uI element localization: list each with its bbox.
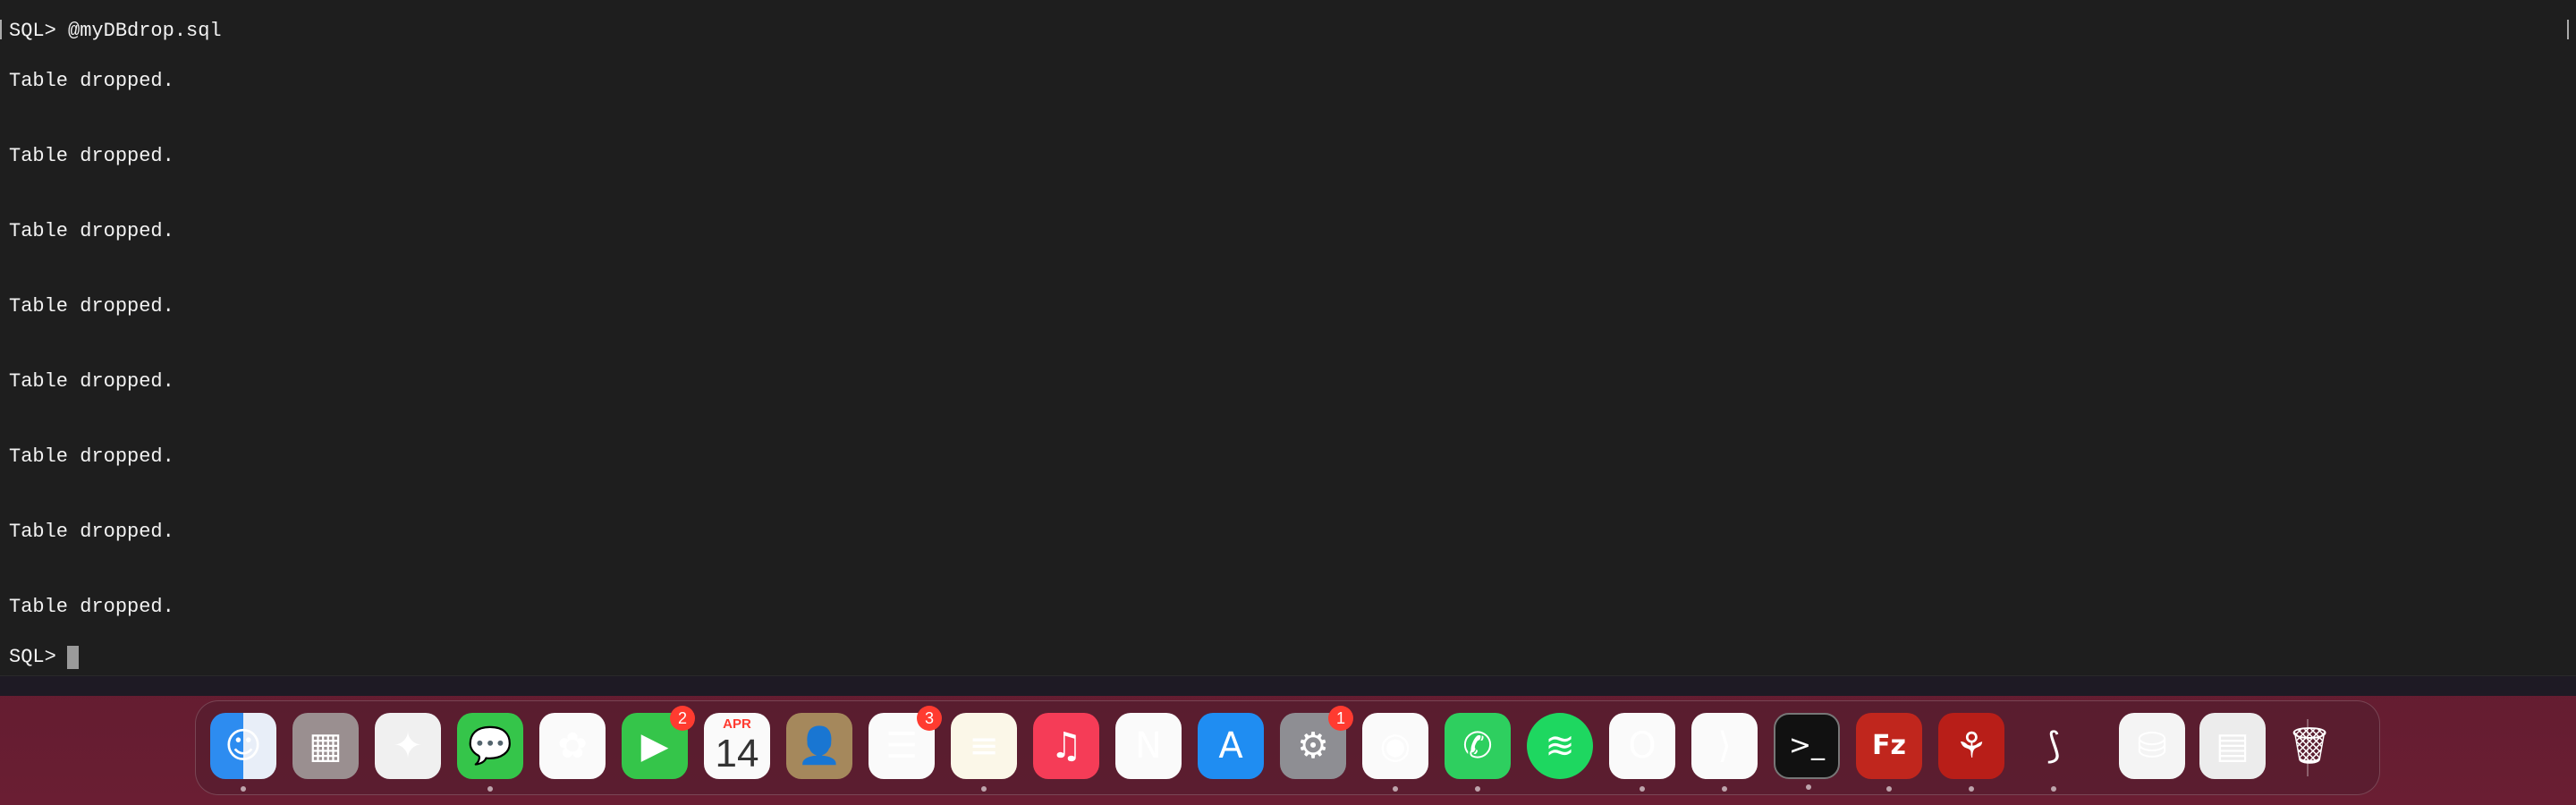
output-line: Table dropped. — [9, 445, 174, 468]
dock-photos[interactable]: ✿ — [539, 713, 606, 779]
selection-bracket-right — [2567, 20, 2569, 39]
notification-badge: 3 — [917, 706, 942, 731]
output-line: Table dropped. — [9, 521, 174, 543]
sql-file-icon: ⛁ — [2137, 725, 2167, 767]
running-indicator — [1886, 786, 1892, 792]
dock-sql-file[interactable]: ⛁ — [2119, 713, 2185, 779]
photos-icon: ✿ — [557, 725, 588, 767]
terminal-icon: >_ — [1788, 730, 1826, 761]
output-line: Table dropped. — [9, 70, 174, 92]
launchpad-icon: ▦ — [309, 725, 343, 767]
dock-app-store[interactable]: A — [1198, 713, 1264, 779]
contacts-icon: 👤 — [797, 725, 842, 767]
trash-icon: 🗑 — [2286, 725, 2333, 767]
calendar-month: APR — [723, 716, 751, 732]
dock-spotify[interactable]: ≋ — [1527, 713, 1593, 779]
settings-gear-icon: ⚙ — [1297, 725, 1329, 767]
dock-chrome[interactable]: ◉ — [1362, 713, 1428, 792]
dock-facetime[interactable]: ▶ 2 — [622, 706, 695, 779]
music-icon: ♫ — [1050, 725, 1082, 767]
dock-reminders[interactable]: ☰ 3 — [869, 706, 942, 779]
dock-acrobat[interactable]: ⚘ — [1938, 713, 2004, 792]
finder-icon: ☺ — [225, 725, 262, 767]
dock-safari[interactable]: ✦ — [375, 713, 441, 779]
dock-sqldeveloper[interactable]: ⟆ — [2021, 713, 2087, 792]
notification-badge: 1 — [1328, 706, 1353, 731]
dock-system-settings[interactable]: ⚙ 1 — [1280, 706, 1353, 779]
reminders-icon: ☰ — [886, 725, 918, 767]
output-line: Table dropped. — [9, 145, 174, 167]
running-indicator — [1393, 786, 1398, 792]
dock-terminal[interactable]: >_ — [1774, 713, 1840, 790]
dock-trash[interactable]: 🗑 — [2276, 713, 2343, 779]
outlook-icon: O — [1628, 725, 1657, 767]
running-indicator — [241, 786, 246, 792]
calendar-day: 14 — [715, 732, 759, 775]
running-indicator — [1969, 786, 1974, 792]
filezilla-document-icon: ▤ — [2216, 725, 2250, 767]
running-indicator — [1806, 784, 1811, 790]
dock-music[interactable]: ♫ — [1033, 713, 1099, 779]
sql-developer-icon: ⟆ — [2046, 725, 2061, 767]
running-indicator — [981, 786, 987, 792]
dock-news[interactable]: N — [1115, 713, 1182, 779]
output-line: Table dropped. — [9, 295, 174, 318]
dock-finder[interactable]: ☺ — [210, 713, 276, 792]
selection-bracket-left — [0, 20, 2, 39]
app-store-icon: A — [1218, 725, 1243, 767]
text-cursor — [66, 646, 79, 669]
facetime-icon: ▶ — [640, 725, 669, 767]
dock-outlook[interactable]: O — [1609, 713, 1675, 792]
prompt-text: SQL> — [9, 646, 56, 668]
dock-messages[interactable]: 💬 — [457, 713, 523, 792]
messages-icon: 💬 — [468, 725, 513, 767]
whatsapp-icon: ✆ — [1462, 725, 1493, 767]
chrome-icon: ◉ — [1379, 725, 1411, 767]
vscode-icon: ⟩ — [1717, 725, 1732, 767]
spotify-icon: ≋ — [1545, 725, 1575, 767]
dock-notes[interactable]: ≡ — [951, 713, 1017, 792]
dock-launchpad[interactable]: ▦ — [292, 713, 359, 779]
command-line: SQL> @myDBdrop.sql — [9, 20, 222, 42]
filezilla-icon: Fz — [1872, 730, 1906, 761]
safari-icon: ✦ — [393, 725, 423, 767]
running-indicator — [1475, 786, 1480, 792]
notes-icon: ≡ — [969, 725, 999, 767]
dock-contacts[interactable]: 👤 — [786, 713, 852, 779]
output-line: Table dropped. — [9, 596, 174, 618]
running-indicator — [1722, 786, 1727, 792]
prompt-line[interactable]: SQL> — [9, 646, 79, 669]
notification-badge: 2 — [670, 706, 695, 731]
running-indicator — [2051, 786, 2056, 792]
dock-vscode[interactable]: ⟩ — [1691, 713, 1758, 792]
terminal-window[interactable]: SQL> @myDBdrop.sql Table dropped. Table … — [0, 0, 2576, 677]
dock-filezilla[interactable]: Fz — [1856, 713, 1922, 792]
background-window-status-strip — [0, 675, 2576, 696]
output-line: Table dropped. — [9, 220, 174, 242]
output-line: Table dropped. — [9, 370, 174, 393]
dock: ☺ ▦ ✦ 💬 ✿ ▶ 2 APR 14 👤 ☰ 3 ≡ ♫ N A ⚙ 1 ◉ ✆ ≋ O ⟩ >_ Fz ⚘ ⟆ ⛁ ▤ 🗑 — [195, 700, 2380, 795]
dock-whatsapp[interactable]: ✆ — [1445, 713, 1511, 792]
acrobat-icon: ⚘ — [1955, 725, 1987, 767]
dock-calendar[interactable]: APR 14 — [704, 713, 770, 779]
running-indicator — [487, 786, 493, 792]
news-icon: N — [1135, 725, 1162, 767]
dock-filezilla-document[interactable]: ▤ — [2199, 713, 2266, 779]
running-indicator — [1640, 786, 1645, 792]
